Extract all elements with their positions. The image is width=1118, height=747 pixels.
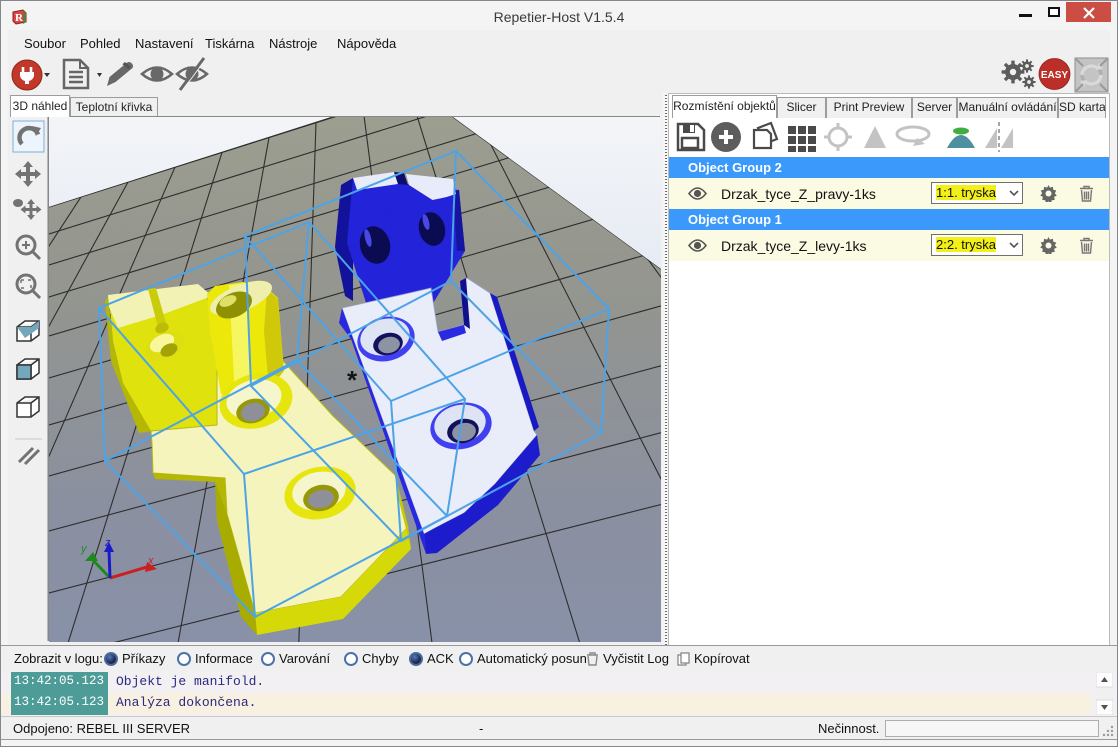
svg-text:*: * [347, 365, 358, 395]
svg-text:x: x [147, 555, 154, 567]
svg-text:z: z [104, 537, 111, 549]
svg-text:EASY: EASY [1041, 70, 1069, 81]
